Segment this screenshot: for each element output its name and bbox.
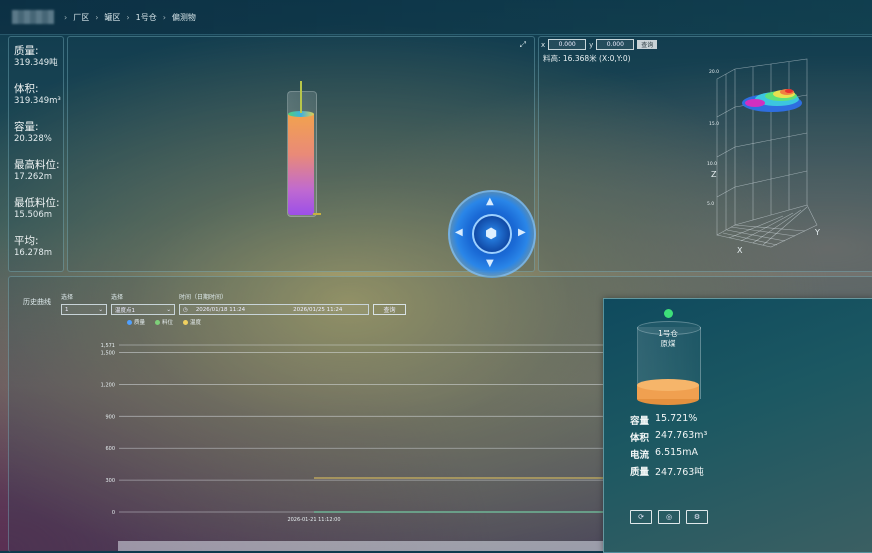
expand-icon[interactable]: ⤢ xyxy=(520,40,526,50)
z-tick-5: 5.0 xyxy=(707,201,714,207)
card-current: 电流 6.515mA xyxy=(630,447,698,461)
y-tick-label: 300 xyxy=(105,478,115,484)
y-tick-label: 600 xyxy=(105,446,115,452)
y-tick-label: 1,571 xyxy=(101,343,115,349)
logo xyxy=(12,10,54,24)
rotate-left-arrow-icon[interactable]: ◀ xyxy=(455,227,463,238)
material-surface xyxy=(742,89,802,112)
settings-button[interactable]: ⚙ xyxy=(686,510,708,524)
stats-panel: 质量: 319.349吨 体积: 319.349m³ 容量: 20.328% 最… xyxy=(8,36,64,272)
card-capacity: 容量 15.721% xyxy=(630,413,698,427)
horizontal-scrollbar[interactable] xyxy=(118,541,603,551)
top-bar: › 厂区 › 罐区 › 1号仓 › 偏测物 xyxy=(0,0,872,35)
stat-max-level: 最高料位: 17.262m xyxy=(14,159,60,182)
breadcrumb: › 厂区 › 罐区 › 1号仓 › 偏测物 xyxy=(64,12,196,23)
y-tick-label: 900 xyxy=(105,414,115,420)
breadcrumb-item-2[interactable]: 罐区 xyxy=(104,12,120,23)
silo-mini-view: 1号仓 原煤 xyxy=(637,321,701,409)
silo-name: 1号仓 xyxy=(658,329,678,338)
locate-button[interactable]: ◎ xyxy=(658,510,680,524)
z-tick-20: 20.0 xyxy=(709,69,719,75)
cube-icon: ⬢ xyxy=(485,226,498,242)
stat-volume: 体积: 319.349m³ xyxy=(14,83,61,106)
history-line-chart[interactable]: 1,571 1,500 1,200 900 600 300 0 2026-01-21 11:1… xyxy=(9,277,609,537)
stat-average: 平均: 16.278m xyxy=(14,235,53,258)
silo-sensor-rod xyxy=(300,81,302,113)
card-mass: 质量 247.763吨 xyxy=(630,467,704,478)
x-axis-label: X xyxy=(737,246,743,255)
breadcrumb-item-1[interactable]: 厂区 xyxy=(73,12,89,23)
silo-material: 原煤 xyxy=(660,339,676,348)
rotate-up-arrow-icon[interactable]: ▲ xyxy=(486,196,494,207)
rotate-down-arrow-icon[interactable]: ▼ xyxy=(486,258,494,269)
view-control-wheel[interactable]: ▲ ▼ ◀ ▶ ⬢ xyxy=(448,190,536,278)
breadcrumb-item-4[interactable]: 偏测物 xyxy=(172,12,196,23)
y-tick-label: 0 xyxy=(112,510,115,516)
silo-3d-view[interactable]: ⤢ ▲ ▼ ◀ ▶ ⬢ xyxy=(67,36,536,278)
reset-view-button[interactable]: ⬢ xyxy=(472,214,512,254)
stat-capacity: 容量: 20.328% xyxy=(14,121,52,144)
stat-mass: 质量: 319.349吨 xyxy=(14,45,58,68)
z-tick-10: 10.0 xyxy=(707,161,717,167)
y-axis-label: Y xyxy=(814,228,820,237)
stat-min-level: 最低料位: 15.506m xyxy=(14,197,60,220)
y-tick-label: 1,500 xyxy=(101,351,115,357)
refresh-button[interactable]: ⟳ xyxy=(630,510,652,524)
surface-3d-panel: x 0.000 y 0.000 查询 料高: 16.368米 (X:0,Y:0) xyxy=(538,36,872,272)
card-volume: 体积 247.763m³ xyxy=(630,430,708,444)
z-tick-15: 15.0 xyxy=(709,121,719,127)
x-tick-label: 2026-01-21 11:12:00 xyxy=(287,517,340,523)
y-tick-label: 1,200 xyxy=(101,382,115,388)
breadcrumb-item-3[interactable]: 1号仓 xyxy=(136,12,157,23)
z-axis-label: Z xyxy=(711,170,717,179)
silo-base-marker xyxy=(313,213,321,215)
surface-plot[interactable]: 20.0 15.0 10.0 5.0 Z X Y xyxy=(539,37,872,271)
silo-material-fill xyxy=(288,114,314,215)
online-status-dot xyxy=(664,309,673,318)
rotate-right-arrow-icon[interactable]: ▶ xyxy=(518,227,526,238)
silo-detail-card: 1号仓 原煤 容量 15.721% 体积 247.763m³ 电流 6.515mA 质… xyxy=(603,298,872,553)
